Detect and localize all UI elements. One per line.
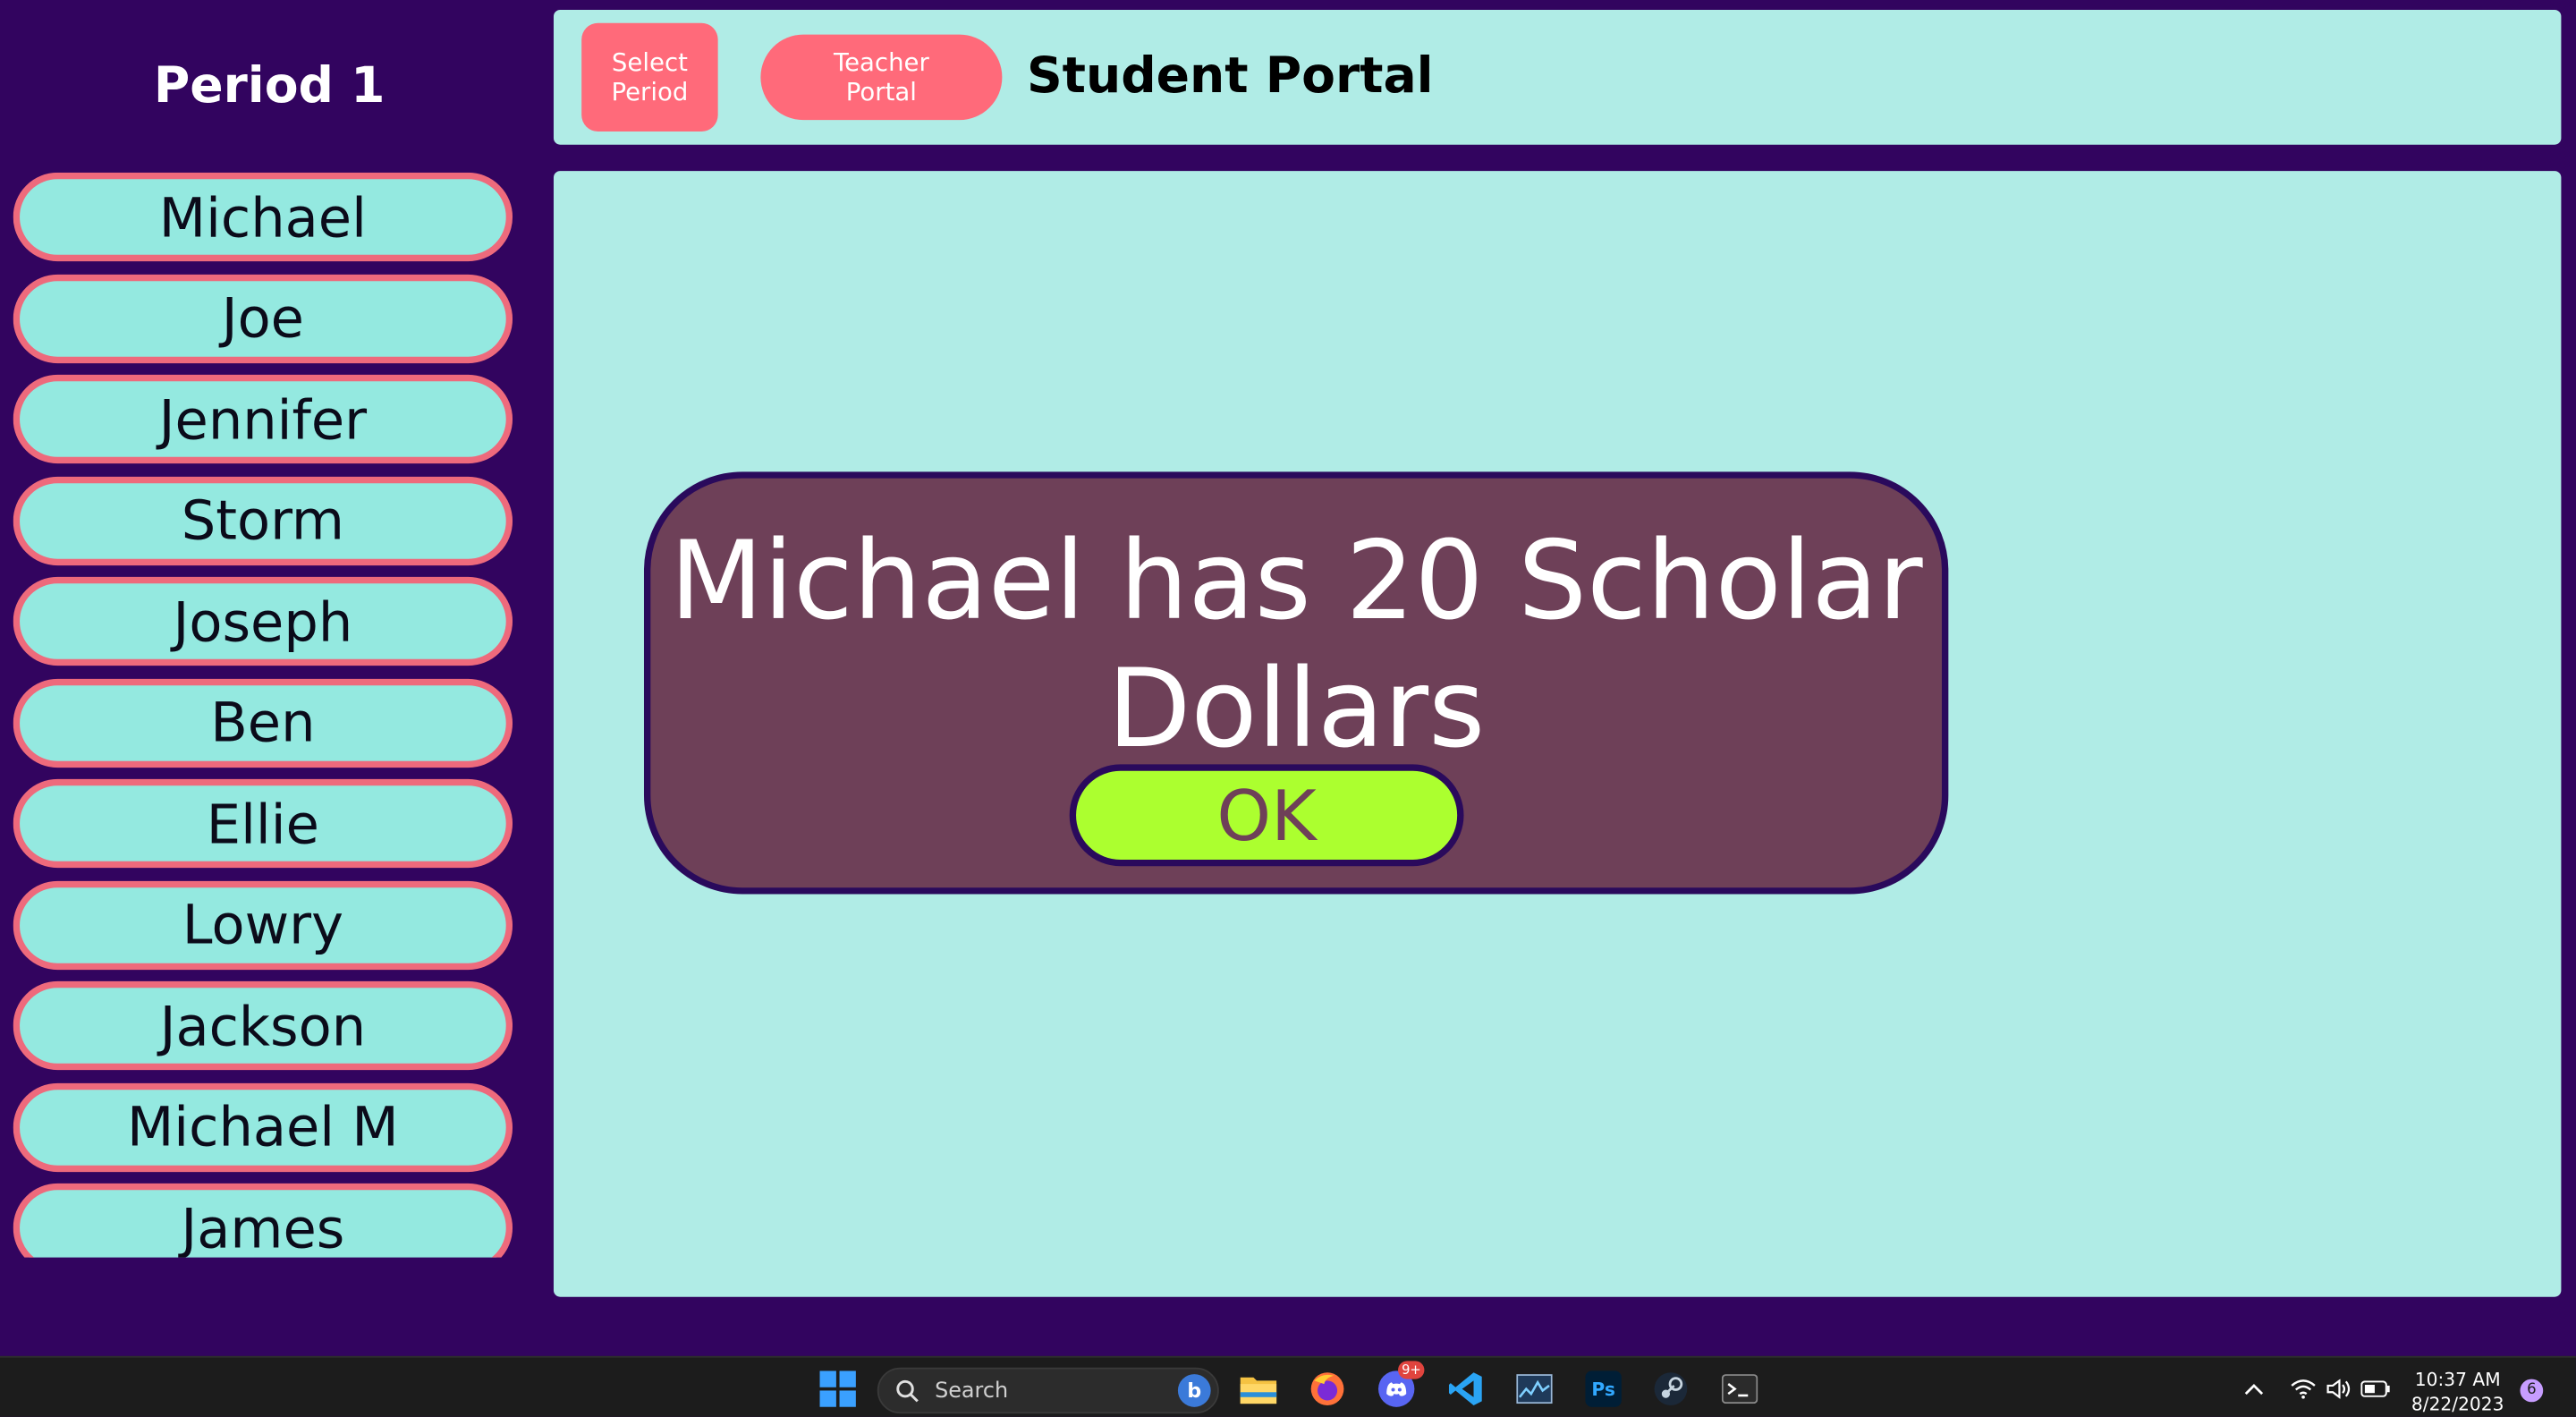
app-window: Period 1 Michael Joe Jennifer Storm Jose… (0, 0, 2576, 1417)
student-button-ben[interactable]: Ben (13, 677, 513, 768)
taskbar: Search b 9+ Ps 10:37 AM 8/22/2023 6 (0, 1355, 2576, 1417)
header-bar: Select Period Teacher Portal Student Por… (553, 10, 2562, 145)
student-button-joseph[interactable]: Joseph (13, 576, 513, 666)
battery-icon[interactable] (2356, 1370, 2395, 1409)
dialog-message-line1: Michael has 20 Scholar (669, 517, 1923, 645)
student-button-michael-m[interactable]: Michael M (13, 1082, 513, 1172)
select-period-button[interactable]: Select Period (581, 22, 718, 132)
notification-badge[interactable]: 6 (2520, 1379, 2544, 1403)
search-icon (896, 1379, 919, 1403)
steam-icon[interactable] (1651, 1370, 1690, 1409)
student-button-michael[interactable]: Michael (13, 172, 513, 262)
wifi-icon[interactable] (2284, 1370, 2323, 1409)
student-list[interactable]: Michael Joe Jennifer Storm Joseph Ben El… (13, 172, 513, 1258)
discord-badge: 9+ (1398, 1361, 1425, 1379)
select-period-label-line1: Select (611, 47, 688, 78)
period-title: Period 1 (153, 57, 386, 115)
teacher-portal-label-line2: Portal (845, 77, 917, 107)
vscode-icon[interactable] (1445, 1370, 1485, 1409)
dialog-message-line2: Dollars (1107, 646, 1486, 773)
student-button-jackson[interactable]: Jackson (13, 980, 513, 1071)
page-title: Student Portal (1026, 47, 1434, 106)
taskbar-search-input[interactable]: Search b (877, 1367, 1219, 1414)
file-explorer-icon[interactable] (1239, 1370, 1278, 1409)
volume-icon[interactable] (2319, 1370, 2359, 1409)
teacher-portal-label-line1: Teacher (833, 47, 929, 78)
student-button-james[interactable]: James (13, 1183, 513, 1258)
windows-start-icon[interactable] (818, 1370, 858, 1409)
photoshop-icon[interactable]: Ps (1584, 1370, 1623, 1409)
system-clock[interactable]: 10:37 AM 8/22/2023 (2402, 1368, 2513, 1417)
student-button-joe[interactable]: Joe (13, 273, 513, 363)
bing-icon[interactable]: b (1177, 1374, 1211, 1407)
teacher-portal-button[interactable]: Teacher Portal (760, 34, 1003, 121)
clock-time: 10:37 AM (2414, 1369, 2501, 1391)
firefox-icon[interactable] (1308, 1370, 1347, 1409)
chevron-up-icon[interactable] (2234, 1370, 2274, 1409)
student-button-storm[interactable]: Storm (13, 475, 513, 565)
search-label: Search (935, 1379, 1009, 1404)
student-button-jennifer[interactable]: Jennifer (13, 374, 513, 464)
scholar-dollars-dialog: Michael has 20 Scholar Dollars OK (643, 471, 1949, 895)
ok-button[interactable]: OK (1069, 764, 1464, 867)
student-button-lowry[interactable]: Lowry (13, 879, 513, 970)
discord-icon[interactable]: 9+ (1377, 1361, 1425, 1409)
clock-date: 8/22/2023 (2411, 1394, 2504, 1416)
terminal-icon[interactable] (1720, 1370, 1759, 1409)
resource-monitor-icon[interactable] (1514, 1370, 1554, 1409)
student-button-ellie[interactable]: Ellie (13, 778, 513, 869)
main-panel: Michael has 20 Scholar Dollars OK (553, 171, 2562, 1297)
dialog-message: Michael has 20 Scholar Dollars (650, 518, 1942, 775)
select-period-label-line2: Period (611, 77, 689, 107)
